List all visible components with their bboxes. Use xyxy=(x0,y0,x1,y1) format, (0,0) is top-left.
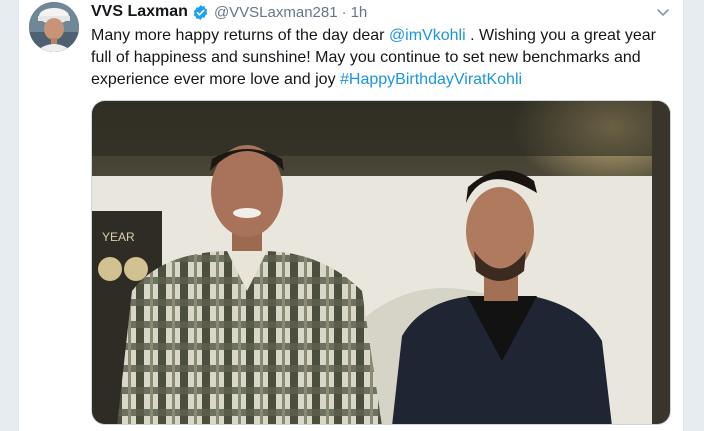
separator-dot: · xyxy=(341,3,347,21)
tweet-header: VVS Laxman @VVSLaxman281 · 1h xyxy=(91,1,367,23)
verified-badge-icon xyxy=(192,4,209,21)
tweet-text-part: Many more happy returns of the day dear xyxy=(91,27,389,44)
tweet-timestamp[interactable]: 1h xyxy=(351,4,368,21)
tweet-card[interactable]: VVS Laxman @VVSLaxman281 · 1h Many more … xyxy=(18,0,684,431)
avatar-image xyxy=(29,2,79,52)
author-name[interactable]: VVS Laxman xyxy=(91,3,188,21)
chevron-down-icon[interactable] xyxy=(655,4,671,20)
photo-image: YEAR xyxy=(92,101,670,424)
author-handle[interactable]: @VVSLaxman281 xyxy=(214,4,338,21)
mention-link[interactable]: @imVkohli xyxy=(389,27,466,44)
avatar[interactable] xyxy=(29,2,79,52)
tweet-text: Many more happy returns of the day dear … xyxy=(91,25,676,91)
hashtag-link[interactable]: #HappyBirthdayViratKohli xyxy=(340,71,522,88)
backdrop-text: YEAR xyxy=(102,230,135,244)
tweet-photo[interactable]: YEAR xyxy=(91,100,671,425)
